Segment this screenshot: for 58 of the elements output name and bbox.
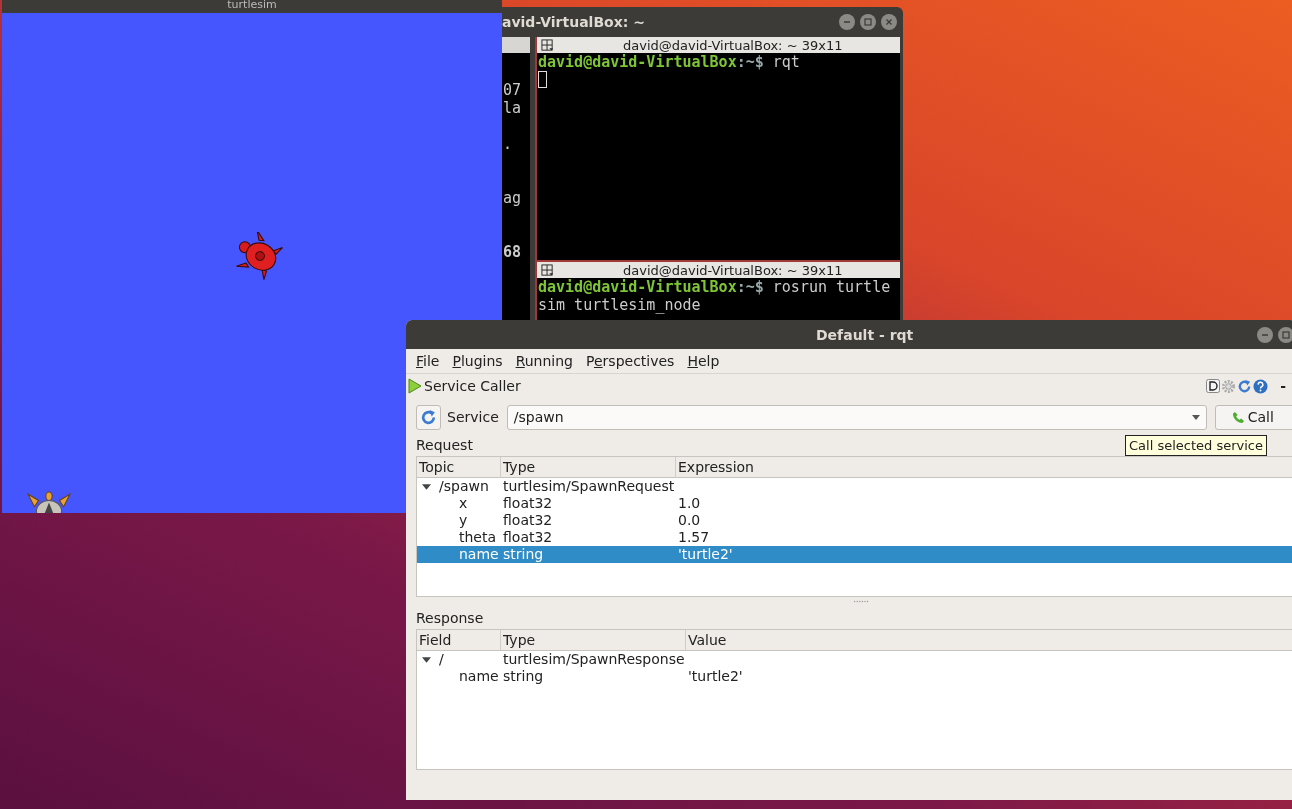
terminal-line: david@david-VirtualBox:~$ rqt [538,53,801,71]
column-header[interactable]: Value [686,630,1292,650]
table-cell: 1.0 [678,495,701,512]
terminal-text: la [503,99,522,117]
table-cell: theta [459,529,497,546]
dock-button[interactable]: - [1280,378,1286,394]
service-dropdown[interactable]: /spawn [506,404,1207,430]
window-title: Default - rqt [816,326,914,343]
column-header[interactable]: Type [501,630,686,650]
table-cell: /spawn [439,478,489,495]
table-cell: float32 [503,529,553,546]
table-cell: string [503,546,544,563]
table-row[interactable]: /spawn turtlesim/SpawnRequest [417,478,1292,495]
column-header[interactable]: Type [501,457,676,477]
terminal-text: 07 [503,81,522,99]
table-cell: string [503,668,544,685]
table-row[interactable]: / turtlesim/SpawnResponse [417,651,1292,668]
menu-item[interactable]: File [416,353,440,369]
table-cell: y [459,512,468,529]
table-cell: 0.0 [678,512,701,529]
pane-title: david@david-VirtualBox: ~ 39x11 [623,262,843,278]
terminal-line: sim turtlesim_node [538,296,702,314]
pane-title: david@david-VirtualBox: ~ 39x11 [623,37,843,53]
table-cell: turtlesim/SpawnResponse [503,651,685,668]
section-label: Response [416,609,484,628]
terminal-text: . [503,135,513,153]
section-label: Request [416,436,473,455]
table-cell: 'turtle2' [678,546,733,563]
table-cell: name [459,668,499,685]
table-cell: float32 [503,495,553,512]
window-title: turtlesim [2,0,502,13]
table-cell: float32 [503,512,553,529]
table-cell: name [459,546,499,563]
column-header[interactable]: Topic [417,457,501,477]
terminal-line: david@david-VirtualBox:~$ rosrun turtle [538,278,892,296]
menu-item[interactable]: Perspectives [586,353,675,369]
terminal-text: ag [503,189,522,207]
table-cell: turtlesim/SpawnRequest [503,478,675,495]
table-cell: / [439,651,444,668]
tooltip: Call selected service [1125,435,1267,456]
table-row[interactable]: name string 'turtle2' [417,546,1292,563]
service-label: Service [447,409,499,425]
table-cell: 1.57 [678,529,710,546]
call-button[interactable]: Call [1214,404,1292,430]
table-cell: 'turtle2' [688,668,743,685]
table-cell: x [459,495,468,512]
window-title: avid-VirtualBox: ~ [502,14,645,30]
table-row[interactable]: name string 'turtle2' [417,668,1292,685]
column-header[interactable]: Field [417,630,501,650]
terminal-text: 68 [503,243,522,261]
menu-item[interactable]: Running [515,353,573,369]
menu-item[interactable]: Help [687,353,720,369]
table-row[interactable]: y float32 0.0 [417,512,1292,529]
column-header[interactable]: Expression [676,457,1292,477]
menu-item[interactable]: Plugins [452,353,503,369]
table-row[interactable]: theta float32 1.57 [417,529,1292,546]
plugin-title: Service Caller [424,378,521,394]
table-row[interactable]: x float32 1.0 [417,495,1292,512]
